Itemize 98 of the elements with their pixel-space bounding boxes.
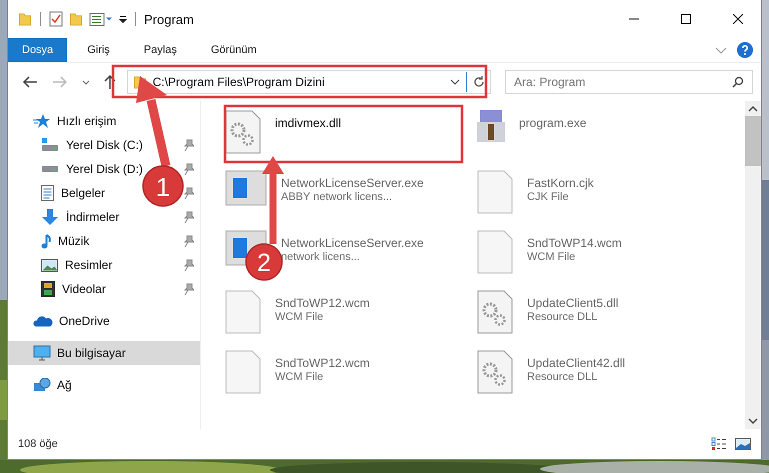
sidebar-label: OneDrive	[59, 314, 110, 328]
chevron-up-icon[interactable]	[748, 105, 758, 112]
file-type: WCM File	[527, 251, 576, 263]
document-icon	[41, 185, 54, 201]
pin-icon[interactable]	[184, 163, 194, 175]
folder-icon[interactable]	[69, 12, 83, 26]
sidebar-item[interactable]: Bu bilgisayar	[8, 341, 200, 365]
installer-icon[interactable]	[477, 110, 505, 142]
file-type: WCM File	[275, 311, 324, 323]
pin-icon[interactable]	[184, 211, 194, 223]
blank-file-icon[interactable]	[477, 230, 513, 274]
properties-icon[interactable]	[89, 12, 113, 26]
sidebar-item[interactable]: İndirmeler	[8, 205, 128, 229]
music-note-icon	[41, 234, 51, 248]
cloud-icon	[33, 316, 53, 326]
back-arrow-icon[interactable]	[22, 76, 38, 88]
file-type: ABBY network licens...	[281, 191, 394, 203]
blank-file-icon[interactable]	[225, 350, 261, 394]
film-icon	[41, 281, 55, 297]
file-type: Resource DLL	[527, 311, 598, 323]
maximize-icon	[681, 14, 691, 24]
scrollbar[interactable]	[745, 101, 761, 429]
pin-icon[interactable]	[184, 259, 194, 271]
sidebar-label: Yerel Disk (D:)	[66, 162, 143, 176]
file-type: WCM File	[275, 371, 324, 383]
file-name[interactable]: imdivmex.dll	[275, 116, 342, 130]
sidebar-label: Resimler	[65, 258, 112, 272]
refresh-icon[interactable]	[472, 76, 485, 88]
download-arrow-icon	[41, 209, 59, 225]
file-name[interactable]: SndToWP14.wcm	[527, 236, 622, 250]
pin-icon[interactable]	[184, 139, 194, 151]
sidebar-label: Belgeler	[61, 186, 106, 200]
blank-file-icon[interactable]	[225, 290, 261, 334]
up-arrow-icon[interactable]	[104, 74, 116, 90]
close-icon	[733, 14, 743, 24]
large-icons-view-icon[interactable]	[735, 438, 751, 450]
search-icon	[732, 76, 744, 88]
scrollbar-thumb[interactable]	[745, 116, 761, 166]
file-name[interactable]: UpdateClient42.dll	[527, 356, 626, 370]
ribbon-tab[interactable]: Giriş	[73, 38, 124, 62]
file-name[interactable]: SndToWP12.wcm	[275, 296, 370, 310]
search-field[interactable]: Ara: Program	[504, 70, 753, 94]
sidebar-item[interactable]: Videolar	[8, 277, 114, 301]
checklist-icon[interactable]	[49, 11, 63, 27]
chevron-down-icon[interactable]	[82, 80, 90, 84]
file-type: CJK File	[527, 191, 570, 203]
blank-file-icon[interactable]	[477, 170, 513, 214]
sidebar-label: Ağ	[57, 378, 72, 392]
sidebar-item[interactable]: Ağ	[8, 373, 80, 397]
file-name[interactable]: FastKorn.cjk	[527, 176, 594, 190]
network-icon	[33, 378, 51, 392]
sidebar-label: İndirmeler	[66, 210, 120, 224]
pin-icon[interactable]	[184, 283, 194, 295]
sidebar-item[interactable]: Hızlı erişim	[8, 109, 124, 133]
minimize-icon	[629, 18, 639, 20]
sidebar-item[interactable]: OneDrive	[8, 309, 118, 333]
sidebar-item[interactable]: Yerel Disk (C:)	[8, 133, 151, 157]
details-view-icon[interactable]	[711, 437, 727, 451]
gear-file-icon[interactable]	[225, 110, 261, 154]
gear-file-icon[interactable]	[477, 290, 513, 334]
pin-icon[interactable]	[184, 235, 194, 247]
sidebar-label: Videolar	[62, 282, 106, 296]
file-type: network licens...	[281, 251, 361, 263]
landscape-icon	[41, 258, 58, 272]
step-badge: 2	[245, 243, 283, 281]
forward-arrow-icon[interactable]	[52, 76, 68, 88]
folder-icon[interactable]	[18, 12, 32, 26]
sidebar-item[interactable]: Resimler	[8, 253, 120, 277]
dropdown-icon[interactable]	[119, 16, 127, 22]
file-name[interactable]: program.exe	[519, 116, 586, 130]
chevron-down-icon[interactable]	[450, 79, 460, 85]
step-badge: 1	[142, 165, 184, 207]
file-name[interactable]: UpdateClient5.dll	[527, 296, 618, 310]
sidebar-label: Bu bilgisayar	[57, 346, 126, 360]
window-title: Program	[144, 12, 194, 26]
file-name[interactable]: SndToWP12.wcm	[275, 356, 370, 370]
monitor-icon	[33, 345, 51, 361]
file-name[interactable]: NetworkLicenseServer.exe	[281, 176, 424, 190]
star-icon	[33, 114, 51, 128]
sidebar-label: Müzik	[58, 234, 90, 248]
address-path: C:\Program Files\Program Dizini	[152, 75, 326, 89]
sidebar-label: Hızlı erişim	[57, 114, 116, 128]
file-name[interactable]: NetworkLicenseServer.exe	[281, 236, 424, 250]
sidebar-item[interactable]: Müzik	[8, 229, 98, 253]
ribbon-tab[interactable]: Paylaş	[130, 38, 191, 62]
pin-icon[interactable]	[184, 187, 194, 199]
ribbon-tab[interactable]: Dosya	[8, 38, 68, 62]
gear-file-icon[interactable]	[477, 350, 513, 394]
sidebar-label: Yerel Disk (C:)	[66, 138, 143, 152]
ribbon-tab[interactable]: Görünüm	[196, 38, 271, 62]
window-file-icon[interactable]	[225, 170, 267, 206]
file-type: Resource DLL	[527, 371, 598, 383]
drive-icon	[41, 166, 59, 172]
drive-icon	[41, 138, 59, 152]
sidebar-item[interactable]: Belgeler	[8, 181, 114, 205]
help-icon[interactable]	[737, 42, 753, 58]
chevron-down-icon[interactable]	[748, 418, 758, 425]
item-count: 108 öğe	[18, 438, 58, 450]
